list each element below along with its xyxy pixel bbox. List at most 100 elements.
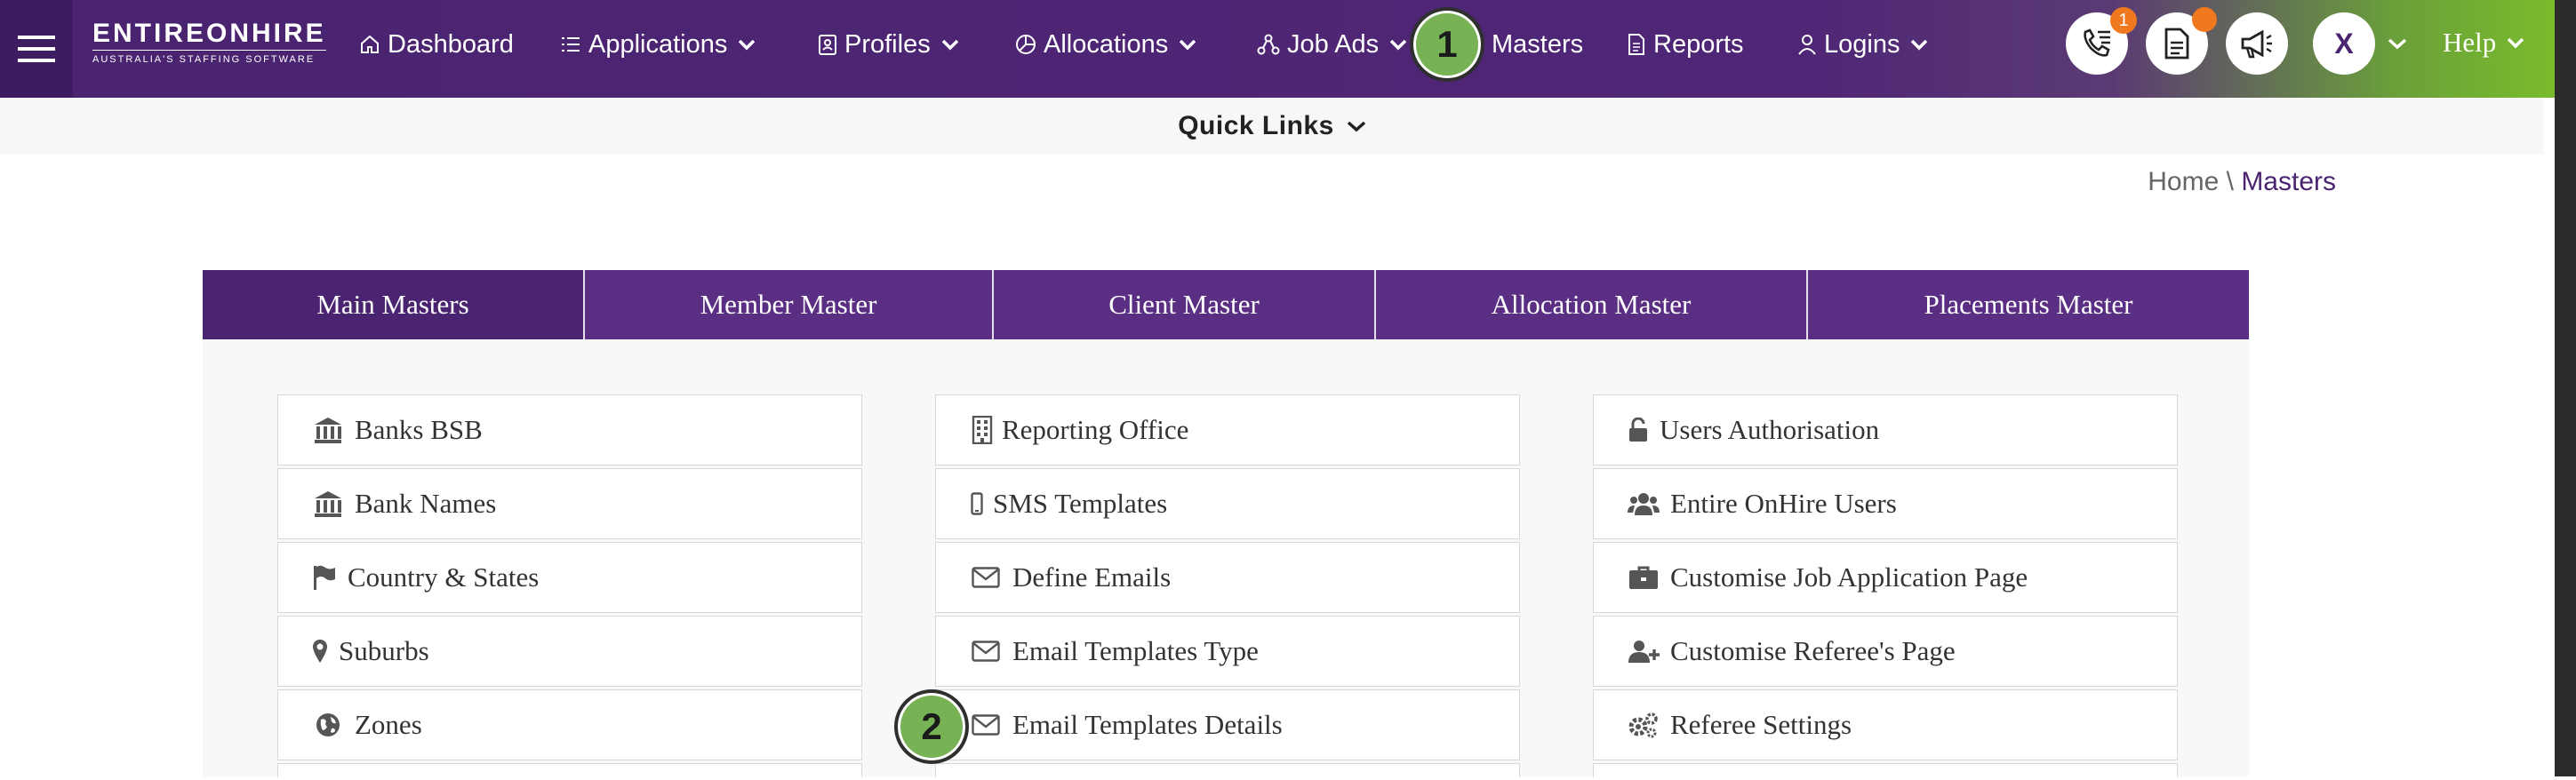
tab-client-master[interactable]: Client Master bbox=[994, 270, 1376, 339]
hamburger-menu-button[interactable] bbox=[0, 0, 73, 98]
tab-member-master[interactable]: Member Master bbox=[585, 270, 994, 339]
nav-masters[interactable]: Masters bbox=[1492, 27, 1583, 62]
master-item-label: Referee Settings bbox=[1670, 709, 1852, 740]
breadcrumb-current: Masters bbox=[2241, 167, 2336, 196]
master-item-label: Suburbs bbox=[339, 635, 429, 666]
master-item-label: Email Templates Type bbox=[1012, 635, 1259, 666]
master-item-label: Zones bbox=[355, 709, 422, 740]
master-item-label: Entire OnHire Users bbox=[1670, 488, 1897, 519]
master-item-email-templates-type[interactable]: Email Templates Type bbox=[935, 616, 1520, 687]
brand-logo[interactable]: ENTIREONHIRE AUSTRALIA'S STAFFING SOFTWA… bbox=[92, 20, 326, 66]
master-item-partial[interactable] bbox=[935, 763, 1520, 777]
documents-button[interactable] bbox=[2146, 7, 2217, 75]
bank-icon bbox=[312, 414, 344, 446]
master-item-label: Users Authorisation bbox=[1660, 414, 1880, 445]
help-menu[interactable]: Help bbox=[2443, 27, 2524, 59]
nav-logins[interactable]: Logins bbox=[1797, 27, 1935, 62]
master-item-bank-names[interactable]: Bank Names bbox=[277, 468, 862, 539]
brand-tagline: AUSTRALIA'S STAFFING SOFTWARE bbox=[92, 50, 326, 66]
hamburger-icon bbox=[18, 36, 55, 62]
calls-count-badge: 1 bbox=[2110, 7, 2137, 34]
master-item-entire-onhire-users[interactable]: Entire OnHire Users bbox=[1593, 468, 2178, 539]
master-item-referee-settings[interactable]: Referee Settings bbox=[1593, 689, 2178, 760]
master-item-label: Banks BSB bbox=[355, 414, 483, 445]
nav-applications-label: Applications bbox=[588, 29, 728, 59]
nav-allocations-label: Allocations bbox=[1044, 29, 1169, 59]
help-label: Help bbox=[2443, 27, 2497, 58]
chevron-down-icon bbox=[1911, 39, 1928, 51]
tab-allocation-master[interactable]: Allocation Master bbox=[1376, 270, 1808, 339]
globe-icon bbox=[312, 709, 344, 741]
chevron-down-icon[interactable] bbox=[2388, 37, 2407, 50]
list-icon bbox=[562, 37, 580, 52]
nav-reports-label: Reports bbox=[1653, 29, 1744, 59]
home-icon bbox=[361, 35, 379, 53]
master-item-partial[interactable] bbox=[1593, 763, 2178, 777]
user-avatar-button[interactable]: X bbox=[2313, 12, 2375, 75]
unlock-icon bbox=[1628, 414, 1649, 446]
master-item-banks-bsb[interactable]: Banks BSB bbox=[277, 394, 862, 466]
chevron-down-icon bbox=[1347, 121, 1365, 132]
master-item-users-authorisation[interactable]: Users Authorisation bbox=[1593, 394, 2178, 466]
envelope-icon bbox=[970, 635, 1002, 667]
master-item-define-emails[interactable]: Define Emails bbox=[935, 542, 1520, 613]
top-navbar: ENTIREONHIRE AUSTRALIA'S STAFFING SOFTWA… bbox=[0, 0, 2576, 98]
chevron-down-icon bbox=[739, 39, 756, 51]
master-item-customise-referees-page[interactable]: Customise Referee's Page bbox=[1593, 616, 2178, 687]
step-marker-1: 1 bbox=[1410, 7, 1484, 82]
bank-icon bbox=[312, 488, 344, 520]
nav-allocations[interactable]: Allocations bbox=[1015, 27, 1204, 62]
brand-name: ENTIREONHIRE bbox=[92, 19, 326, 48]
nav-profiles[interactable]: Profiles bbox=[818, 27, 966, 62]
nav-job-ads-label: Job Ads bbox=[1287, 29, 1380, 59]
nav-profiles-label: Profiles bbox=[844, 29, 931, 59]
nav-reports[interactable]: Reports bbox=[1627, 27, 1744, 62]
masters-column-3: Users Authorisation Entire OnHire Users … bbox=[1593, 394, 2178, 780]
breadcrumb-home[interactable]: Home bbox=[2148, 167, 2219, 196]
master-item-label: Reporting Office bbox=[1002, 414, 1189, 445]
announcements-button[interactable] bbox=[2226, 12, 2288, 75]
master-item-label: Customise Job Application Page bbox=[1670, 561, 2028, 593]
nav-applications[interactable]: Applications bbox=[560, 27, 763, 62]
user-initial: X bbox=[2334, 27, 2354, 60]
master-item-zones[interactable]: Zones bbox=[277, 689, 862, 760]
cogs-icon bbox=[1628, 709, 1660, 741]
chevron-down-icon bbox=[1180, 39, 1196, 51]
megaphone-icon bbox=[2241, 29, 2272, 59]
step-marker-2: 2 bbox=[894, 689, 969, 764]
users-icon bbox=[1628, 488, 1660, 520]
chevron-down-icon bbox=[2508, 37, 2524, 49]
tab-main-masters[interactable]: Main Masters bbox=[203, 270, 585, 339]
nav-job-ads[interactable]: Job Ads bbox=[1257, 27, 1414, 62]
masters-tabs: Main Masters Member Master Client Master… bbox=[203, 270, 2249, 339]
file-icon bbox=[1628, 34, 1644, 55]
flag-icon bbox=[312, 561, 337, 593]
nav-masters-label: Masters bbox=[1492, 29, 1584, 59]
master-item-email-templates-details[interactable]: Email Templates Details bbox=[935, 689, 1520, 760]
masters-column-1: Banks BSB Bank Names Country & States Su… bbox=[277, 394, 862, 780]
building-icon bbox=[970, 414, 995, 446]
breadcrumb-separator: \ bbox=[2226, 167, 2234, 196]
nav-dashboard[interactable]: Dashboard bbox=[359, 27, 514, 62]
master-item-customise-job-application-page[interactable]: Customise Job Application Page bbox=[1593, 542, 2178, 613]
quick-links-toggle[interactable]: Quick Links bbox=[0, 98, 2544, 155]
chevron-down-icon bbox=[941, 39, 958, 51]
quick-links-label: Quick Links bbox=[1178, 111, 1334, 140]
master-item-suburbs[interactable]: Suburbs bbox=[277, 616, 862, 687]
master-item-partial[interactable] bbox=[277, 763, 862, 777]
pie-chart-icon bbox=[1016, 35, 1036, 54]
envelope-icon bbox=[970, 561, 1002, 593]
master-item-sms-templates[interactable]: SMS Templates bbox=[935, 468, 1520, 539]
breadcrumb: Home \ Masters bbox=[2148, 167, 2336, 197]
master-item-reporting-office[interactable]: Reporting Office bbox=[935, 394, 1520, 466]
master-item-country-states[interactable]: Country & States bbox=[277, 542, 862, 613]
tab-placements-master[interactable]: Placements Master bbox=[1808, 270, 2249, 339]
user-plus-icon bbox=[1628, 635, 1660, 667]
master-item-label: Email Templates Details bbox=[1012, 709, 1283, 740]
network-icon bbox=[1257, 34, 1280, 55]
calls-button[interactable]: 1 bbox=[2066, 7, 2137, 75]
envelope-icon bbox=[970, 709, 1002, 741]
master-item-label: Customise Referee's Page bbox=[1670, 635, 1956, 666]
masters-column-2: Reporting Office SMS Templates Define Em… bbox=[935, 394, 1520, 780]
window-edge bbox=[2555, 0, 2576, 776]
